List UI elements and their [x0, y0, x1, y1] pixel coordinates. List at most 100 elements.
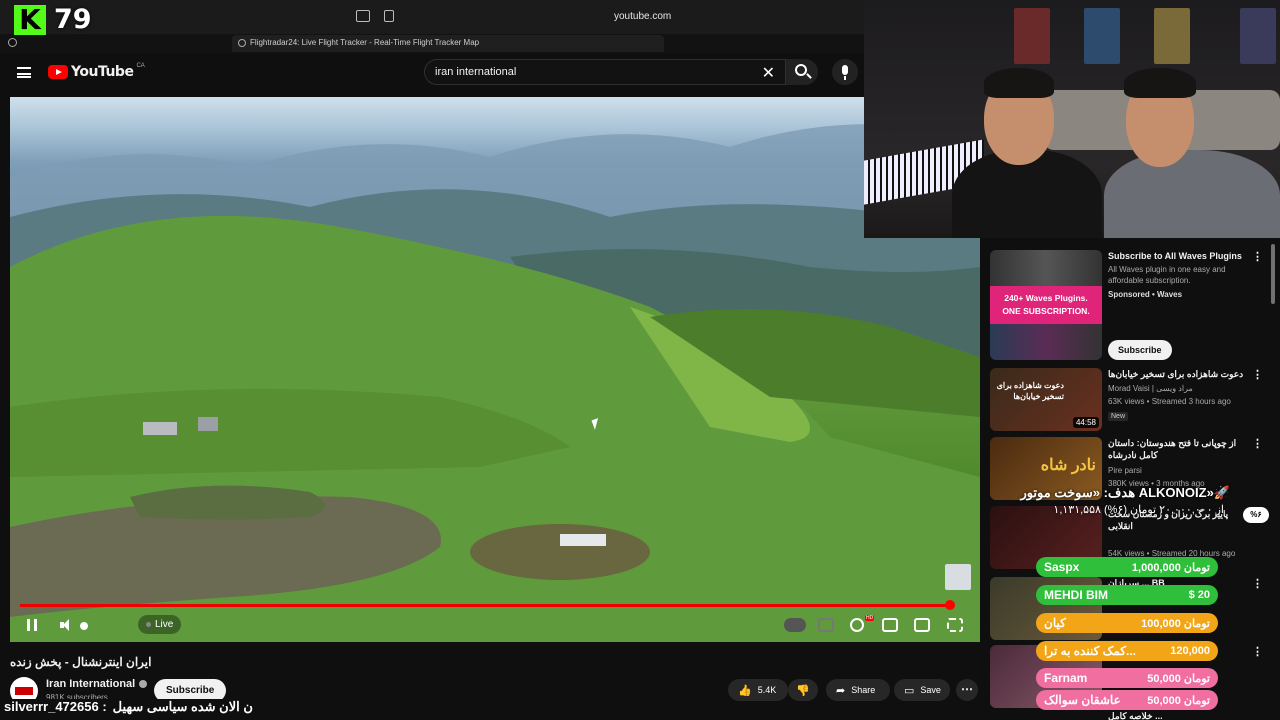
- pause-icon[interactable]: [27, 619, 37, 631]
- person-right-hair: [1124, 68, 1196, 98]
- ad-sponsor: Sponsored • Waves: [1108, 290, 1183, 299]
- ad-banner: 240+ Waves Plugins. ONE SUBSCRIPTION.: [990, 286, 1102, 324]
- youtube-header: YouTube CA iran international ✕: [0, 53, 980, 93]
- thumbs-up-icon: 👍: [738, 684, 752, 697]
- url-bar[interactable]: youtube.com: [614, 11, 671, 22]
- ad-description: All Waves plugin in one easy and afforda…: [1108, 265, 1226, 285]
- ad-title[interactable]: Subscribe to All Waves Plugins: [1108, 250, 1248, 262]
- channel-name[interactable]: Pire parsi: [1108, 465, 1258, 476]
- donation-amount: 120,000: [1170, 645, 1210, 657]
- live-dot-icon: [146, 622, 151, 627]
- progress-scrubber[interactable]: [945, 600, 955, 610]
- clear-search-icon[interactable]: ✕: [762, 63, 775, 83]
- volume-slider[interactable]: [80, 622, 88, 630]
- channel-name[interactable]: Iran International: [46, 678, 148, 690]
- donation-alert: کیان 100,000 تومان: [1036, 613, 1218, 633]
- search-button[interactable]: [786, 59, 818, 85]
- browser-tab-title[interactable]: Flightradar24: Live Flight Tracker - Rea…: [238, 38, 479, 47]
- channel-watermark-icon[interactable]: [945, 564, 971, 590]
- person-right: [1104, 150, 1280, 238]
- screen: youtube.com Flightradar24: Live Flight T…: [0, 0, 1280, 720]
- bookmark-icon: ▭: [904, 684, 915, 697]
- plugin-images: [990, 250, 1102, 286]
- new-badge: New: [1108, 412, 1129, 421]
- donation-amount: 50,000 تومان: [1147, 672, 1210, 685]
- item-menu-icon[interactable]: ⋮: [1252, 577, 1263, 590]
- donation-amount: 50,000 تومان: [1147, 694, 1210, 707]
- tab-title-text: Flightradar24: Live Flight Tracker - Rea…: [250, 38, 480, 47]
- search-icon: [795, 64, 807, 76]
- item-menu-icon[interactable]: ⋮: [1252, 437, 1263, 450]
- search-value: iran international: [435, 66, 517, 78]
- channel-name[interactable]: Morad Vaisi | مراد ویسی: [1108, 383, 1258, 394]
- thumbnail-caption: نادر شاه: [1040, 457, 1096, 474]
- donation-amount: 100,000 تومان: [1141, 617, 1210, 630]
- voice-search-button[interactable]: [832, 59, 858, 85]
- youtube-logo[interactable]: YouTube CA: [48, 63, 145, 80]
- donation-amount: 1,000,000 تومان: [1131, 561, 1210, 574]
- donation-alert: عاشقان سوالک 50,000 تومان: [1036, 690, 1218, 710]
- save-button[interactable]: ▭ Save: [894, 679, 950, 701]
- youtube-play-icon: [48, 65, 68, 79]
- item-menu-icon[interactable]: ⋮: [1252, 645, 1263, 658]
- youtube-wordmark: YouTube: [71, 64, 134, 80]
- goal-percent-badge: %۶: [1243, 507, 1269, 523]
- plugin-images: [990, 324, 1102, 360]
- live-button[interactable]: Live: [138, 615, 182, 634]
- video-title[interactable]: دعوت شاهزاده برای تسخیر خیابان‌ها: [1108, 368, 1248, 380]
- video-title[interactable]: از چوپانی تا فتح هندوستان: داستان کامل ن…: [1108, 437, 1248, 461]
- video-title: ایران اینترنشنال - پخش زنده: [10, 655, 152, 669]
- viewer-count: 79: [54, 4, 92, 35]
- verified-icon: [139, 680, 148, 688]
- share-icon: ➦: [836, 684, 846, 697]
- miniplayer-icon[interactable]: [882, 618, 898, 632]
- video-frame-landscape: [10, 124, 980, 642]
- person-left-hair: [984, 68, 1054, 98]
- search-input[interactable]: iran international ✕: [424, 59, 786, 85]
- save-label: Save: [920, 685, 941, 695]
- cast-icon[interactable]: [914, 618, 930, 632]
- autoplay-toggle[interactable]: [784, 618, 806, 632]
- donor-name: Farnam: [1044, 671, 1088, 685]
- settings-gear-icon[interactable]: [850, 618, 864, 632]
- stream-chat-message: silverrr_472656 : ن الان شده سیاسی سهیل: [4, 699, 504, 717]
- list-item[interactable]: دعوت شاهزاده برای تسخیر خیابان‌ها 44:58 …: [990, 368, 1274, 431]
- more-actions-icon[interactable]: ⋯: [956, 679, 978, 701]
- item-menu-icon[interactable]: ⋮: [1252, 250, 1263, 263]
- viewer-count-badge: K 79: [14, 4, 92, 35]
- wall-poster: [1084, 8, 1120, 64]
- player-controls: Live HD: [10, 610, 980, 642]
- captions-icon[interactable]: [818, 618, 834, 632]
- menu-icon[interactable]: [17, 67, 31, 78]
- globe-icon: [238, 38, 246, 47]
- like-button[interactable]: 👍 5.4K: [728, 679, 788, 701]
- thumbs-down-icon: 👎: [796, 684, 810, 697]
- progress-bar[interactable]: [20, 604, 952, 607]
- video-thumbnail[interactable]: دعوت شاهزاده برای تسخیر خیابان‌ها 44:58: [990, 368, 1102, 431]
- video-duration: 44:58: [1072, 417, 1099, 428]
- share-label: Share: [851, 685, 876, 695]
- thumbnail-caption: دعوت شاهزاده برای تسخیر خیابان‌ها: [996, 381, 1064, 401]
- video-player[interactable]: [10, 97, 980, 642]
- share-button[interactable]: ➦ Share: [826, 679, 890, 701]
- ad-subscribe-button[interactable]: Subscribe: [1108, 340, 1172, 360]
- tab-list-icon[interactable]: [384, 10, 394, 22]
- donor-name: MEHDI BIM: [1044, 588, 1108, 602]
- fullscreen-icon[interactable]: [947, 618, 963, 632]
- item-menu-icon[interactable]: ⋮: [1252, 368, 1263, 381]
- donation-alert: کمک کننده به ترا... 120,000: [1036, 641, 1218, 661]
- dislike-button[interactable]: 👎: [788, 679, 818, 701]
- mute-icon[interactable]: [60, 618, 74, 632]
- donor-name: Saspx: [1044, 560, 1080, 574]
- list-item[interactable]: خلاصه کامل ...: [990, 710, 1274, 720]
- donation-goal-overlay: هدف: «سوخت موتور ALKONOIZ»🚀 ۱,۱۳۱,۵۵۸ از…: [990, 481, 1262, 521]
- donor-name: عاشقان سوالک: [1044, 693, 1121, 707]
- video-title[interactable]: خلاصه کامل ...: [1108, 710, 1248, 720]
- home-icon[interactable]: [356, 10, 370, 22]
- kick-logo-icon: K: [14, 4, 46, 35]
- record-icon[interactable]: [8, 38, 17, 47]
- region-code: CA: [136, 63, 145, 69]
- ad-thumbnail[interactable]: 240+ Waves Plugins. ONE SUBSCRIPTION.: [990, 250, 1102, 360]
- goal-progress-text: ۱,۱۳۱,۵۵۸ از ۲۰,۰۰۰,۰۰۰ تومان (۶%): [1053, 504, 1224, 516]
- donation-amount: $ 20: [1188, 589, 1210, 601]
